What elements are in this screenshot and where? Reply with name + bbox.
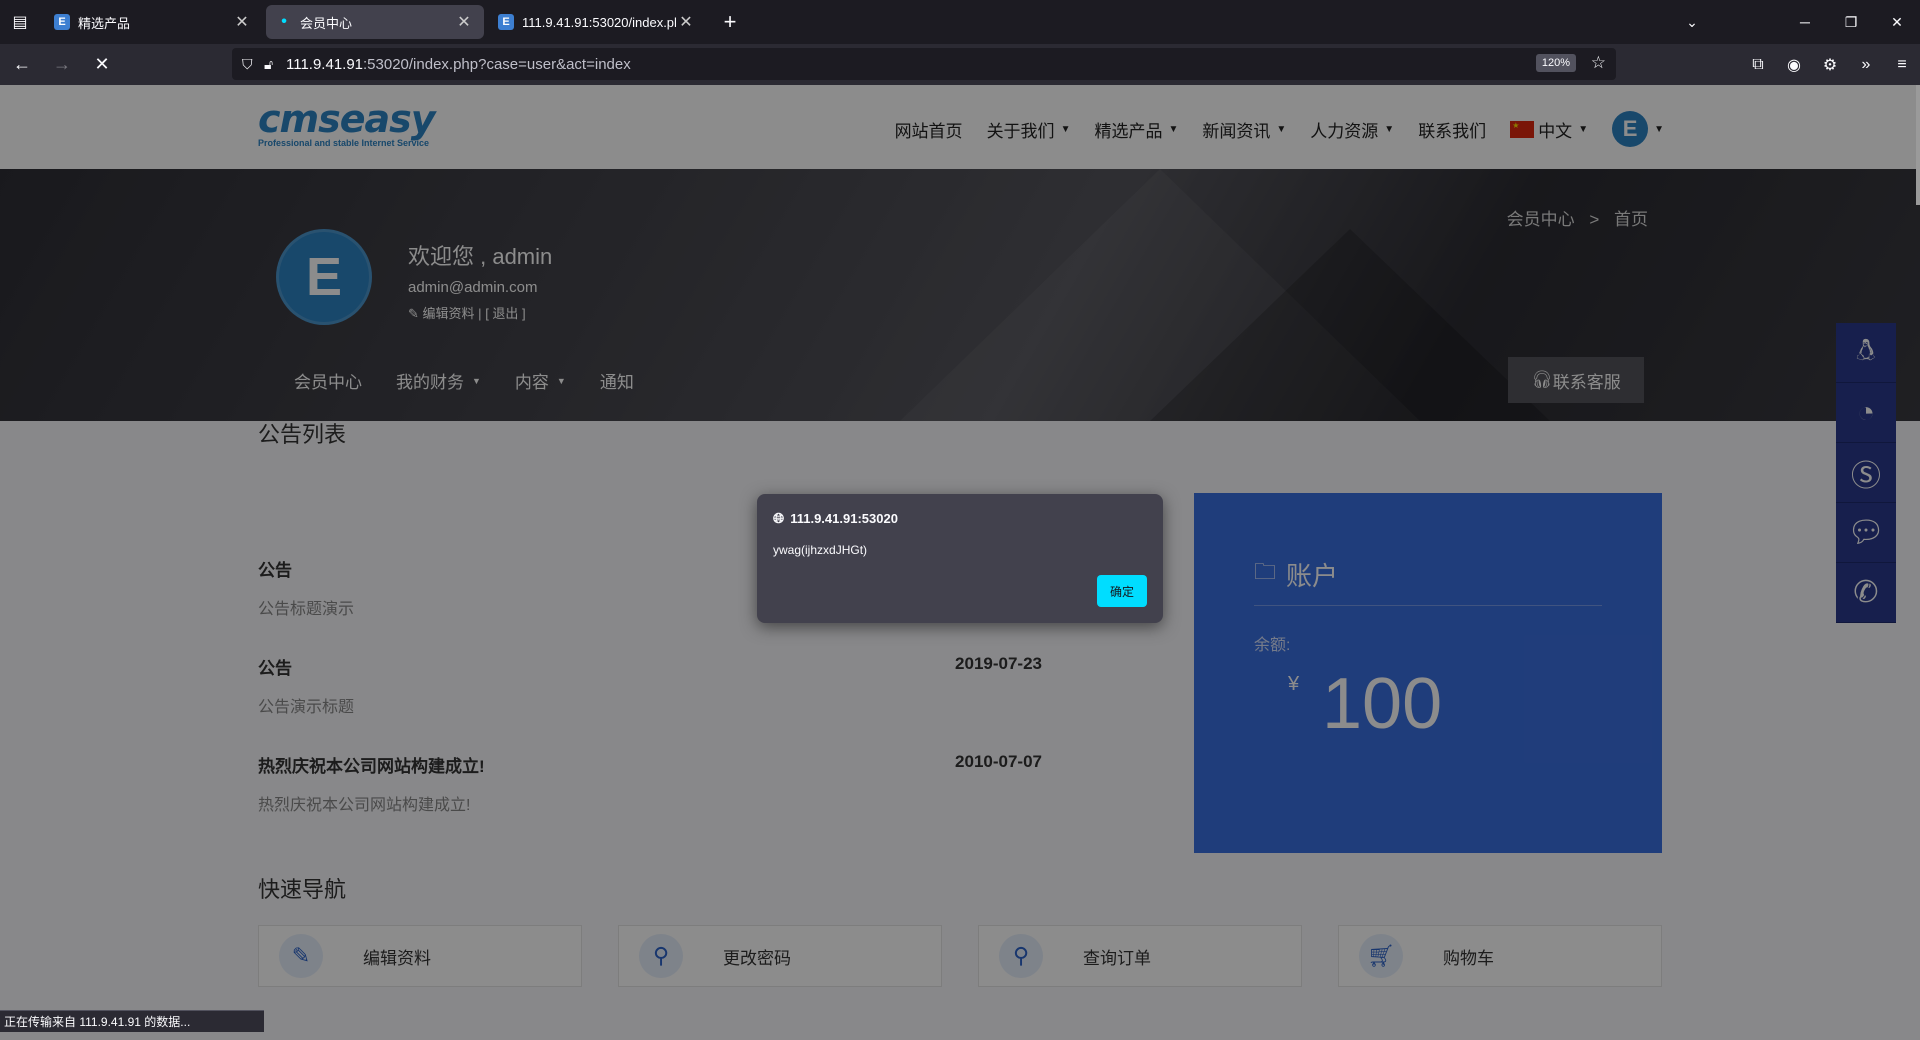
alert-dialog: 🌐︎ 111.9.41.91:53020 ywag(ijhzxdJHGt) 确定: [757, 494, 1163, 623]
tab-list-icon[interactable]: ▤: [0, 0, 40, 44]
url-path: :53020/index.php?case=user&act=index: [363, 55, 631, 73]
tab-title: 精选产品: [78, 15, 131, 31]
toolbar-right: ⧉ ◉ ⚙ » ≡: [1740, 44, 1920, 85]
extensions-icon[interactable]: ⧉: [1740, 56, 1776, 74]
browser-tab-active[interactable]: • 会员中心 ✕: [266, 5, 484, 39]
close-tab-icon[interactable]: ✕: [454, 12, 474, 32]
close-window-icon[interactable]: ✕: [1874, 14, 1920, 31]
window-controls: ⌄ ─ ❐ ✕: [1662, 0, 1920, 44]
dialog-message: ywag(ijhzxdJHGt): [773, 543, 868, 557]
new-tab-icon[interactable]: +: [714, 6, 746, 38]
zoom-indicator[interactable]: 120%: [1535, 54, 1576, 72]
close-tab-icon[interactable]: ✕: [676, 12, 696, 32]
stop-icon[interactable]: ✕: [84, 49, 120, 81]
status-bar: 正在传输来自 111.9.41.91 的数据...: [0, 1010, 264, 1032]
tab-title: 会员中心: [300, 15, 353, 31]
menu-icon[interactable]: ≡: [1884, 56, 1920, 74]
bookmark-star-icon[interactable]: ☆: [1591, 53, 1606, 73]
forward-icon[interactable]: →: [44, 49, 80, 81]
tab-title: 111.9.41.91:53020/index.php: [522, 14, 676, 30]
url-host: 111.9.41.91: [286, 55, 364, 73]
browser-tab[interactable]: E 111.9.41.91:53020/index.php ✕: [488, 5, 706, 39]
globe-icon: 🌐︎: [773, 510, 785, 526]
restore-icon[interactable]: ❐: [1828, 14, 1874, 31]
dialog-ok-button[interactable]: 确定: [1097, 575, 1147, 607]
back-icon[interactable]: ←: [4, 49, 40, 81]
browser-nav-bar: ← → ✕ ⛉ 🔓︎ 111.9.41.91 :53020/index.php?…: [0, 44, 1920, 85]
browser-tab[interactable]: E 精选产品 ✕: [44, 5, 262, 39]
addon-icon[interactable]: ⚙: [1812, 55, 1848, 75]
scrollbar[interactable]: [1916, 85, 1920, 205]
dialog-origin: 🌐︎ 111.9.41.91:53020: [773, 510, 898, 527]
browser-tab-bar: ▤ E 精选产品 ✕ • 会员中心 ✕ E 111.9.41.91:53020/…: [0, 0, 1920, 44]
close-tab-icon[interactable]: ✕: [232, 12, 252, 32]
site-favicon-icon: E: [498, 14, 514, 30]
loading-icon: •: [281, 13, 287, 30]
page-viewport: cmseasy Professional and stable Internet…: [0, 85, 1920, 1040]
site-favicon-icon: E: [54, 14, 70, 30]
overflow-chevron-icon[interactable]: »: [1848, 56, 1884, 74]
shield-icon[interactable]: ⛉: [242, 56, 264, 73]
lock-icon[interactable]: 🔓︎: [264, 56, 286, 73]
burp-extension-icon[interactable]: ◉: [1776, 55, 1812, 75]
dialog-origin-text: 111.9.41.91:53020: [790, 511, 898, 526]
minimize-icon[interactable]: ─: [1782, 14, 1828, 30]
url-bar[interactable]: ⛉ 🔓︎ 111.9.41.91 :53020/index.php?case=u…: [232, 48, 1616, 80]
chevron-down-icon[interactable]: ⌄: [1662, 14, 1722, 31]
